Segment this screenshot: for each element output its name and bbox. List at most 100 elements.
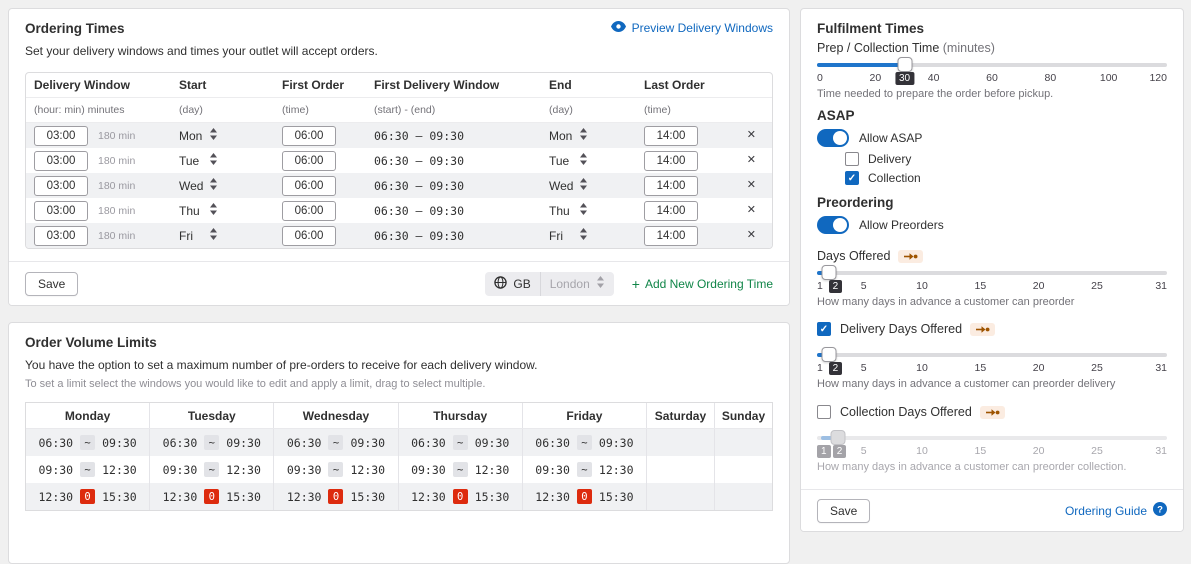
save-button[interactable]: Save [25, 272, 78, 296]
last-order-input[interactable] [644, 226, 698, 246]
start-day-select[interactable]: Thu [179, 203, 218, 218]
delete-row-button[interactable]: ✕ [747, 180, 756, 191]
volume-slot[interactable]: 12:30015:30 [399, 483, 523, 510]
timezone-select[interactable]: GB London [485, 272, 613, 296]
start-day-select[interactable]: Wed [179, 178, 218, 193]
first-order-input[interactable] [282, 226, 336, 246]
subcol-end: (day) [549, 104, 644, 116]
table-subheader-row: (hour: min) minutes (day) (time) (start)… [26, 98, 772, 123]
volume-slot[interactable]: 06:30~09:30 [274, 429, 398, 456]
col-last-order: Last Order [644, 78, 739, 92]
slider-track[interactable] [817, 353, 1167, 357]
day-header: Wednesday [274, 403, 398, 428]
last-order-input[interactable] [644, 151, 698, 171]
ordering-guide-link[interactable]: Ordering Guide ? [1065, 502, 1167, 519]
delete-row-button[interactable]: ✕ [747, 130, 756, 141]
last-order-input[interactable] [644, 201, 698, 221]
volume-slot[interactable]: 09:30~12:30 [274, 456, 398, 483]
volume-slot[interactable]: 12:30015:30 [26, 483, 150, 510]
delivery-days-checkbox[interactable]: ✓ [817, 322, 831, 336]
start-day-select[interactable]: Fri [179, 228, 218, 243]
fulfilment-title: Fulfilment Times [817, 21, 1167, 36]
last-order-input[interactable] [644, 126, 698, 146]
delivery-window-input[interactable] [34, 226, 88, 246]
allow-preorders-toggle[interactable] [817, 216, 849, 234]
volume-slot[interactable]: 09:30~12:30 [26, 456, 150, 483]
asap-section-title: ASAP [817, 108, 1167, 123]
end-day-select[interactable]: Tue [549, 153, 588, 168]
weekly-volume-table: Monday Tuesday Wednesday Thursday Friday… [25, 402, 773, 511]
first-order-input[interactable] [282, 176, 336, 196]
start-day-select[interactable]: Mon [179, 128, 218, 143]
add-ordering-time-button[interactable]: + Add New Ordering Time [632, 277, 773, 291]
delivery-window-input[interactable] [34, 151, 88, 171]
ordering-times-subtitle: Set your delivery windows and times your… [25, 44, 773, 58]
volume-slot[interactable]: 09:30~12:30 [150, 456, 274, 483]
week-slot-row: 06:30~09:30 06:30~09:30 06:30~09:30 06:3… [26, 429, 772, 456]
slider-handle[interactable] [821, 347, 836, 362]
end-day-select[interactable]: Wed [549, 178, 588, 193]
volume-slot[interactable]: 12:30015:30 [274, 483, 398, 510]
col-first-order: First Order [282, 78, 374, 92]
delivery-window-input[interactable] [34, 126, 88, 146]
days-offered-help: How many days in advance a customer can … [817, 296, 1167, 308]
allow-asap-toggle[interactable] [817, 129, 849, 147]
limit-badge: 0 [577, 489, 592, 504]
first-delivery-window-value: 06:30 – 09:30 [374, 204, 549, 218]
last-order-input[interactable] [644, 176, 698, 196]
empty-slot [647, 483, 715, 510]
ordering-times-title: Ordering Times [25, 21, 125, 36]
delivery-days-row: ✓ Delivery Days Offered [817, 322, 1167, 336]
first-order-input[interactable] [282, 126, 336, 146]
end-day-select[interactable]: Thu [549, 203, 588, 218]
ordering-time-row: 180 min Fri 06:30 – 09:30 Fri ✕ [26, 223, 772, 248]
end-day-select[interactable]: Fri [549, 228, 588, 243]
range-start-badge: 1 [817, 445, 831, 458]
first-order-input[interactable] [282, 201, 336, 221]
collection-days-help: How many days in advance a customer can … [817, 461, 1167, 473]
subcol-start: (day) [179, 104, 282, 116]
end-day-select[interactable]: Mon [549, 128, 588, 143]
toggle-knob [833, 218, 847, 232]
volume-slot[interactable]: 09:30~12:30 [523, 456, 647, 483]
no-limit-badge: ~ [80, 435, 95, 450]
first-order-input[interactable] [282, 151, 336, 171]
volume-slot[interactable]: 06:30~09:30 [399, 429, 523, 456]
check-icon: ✓ [848, 173, 856, 184]
collection-days-slider [817, 430, 1167, 445]
delivery-window-input[interactable] [34, 201, 88, 221]
delivery-checkbox[interactable] [845, 152, 859, 166]
preordering-section-title: Preordering [817, 195, 1167, 210]
ordering-time-row: 180 min Thu 06:30 – 09:30 Thu ✕ [26, 198, 772, 223]
start-day-select[interactable]: Tue [179, 153, 218, 168]
delivery-window-input[interactable] [34, 176, 88, 196]
slider-handle[interactable] [821, 265, 836, 280]
collection-checkbox[interactable]: ✓ [845, 171, 859, 185]
collection-days-checkbox[interactable] [817, 405, 831, 419]
volume-slot[interactable]: 06:30~09:30 [150, 429, 274, 456]
preview-delivery-windows-link[interactable]: Preview Delivery Windows [611, 21, 773, 35]
volume-slot[interactable]: 06:30~09:30 [523, 429, 647, 456]
check-icon: ✓ [820, 324, 828, 335]
volume-slot[interactable]: 12:30015:30 [150, 483, 274, 510]
duration-label: 180 min [98, 180, 135, 192]
asap-collection-row: ✓ Collection [845, 171, 1167, 185]
delete-row-button[interactable]: ✕ [747, 205, 756, 216]
volume-slot[interactable]: 09:30~12:30 [399, 456, 523, 483]
delete-row-button[interactable]: ✕ [747, 155, 756, 166]
slider-track[interactable] [817, 271, 1167, 275]
table-header-row: Delivery Window Start First Order First … [26, 73, 772, 98]
delete-row-button[interactable]: ✕ [747, 230, 756, 241]
volume-slot[interactable]: 06:30~09:30 [26, 429, 150, 456]
current-value-badge: 2 [829, 280, 843, 293]
plus-icon: + [632, 277, 640, 291]
empty-slot [647, 429, 715, 456]
no-limit-badge: ~ [328, 462, 343, 477]
chevron-up-down-icon [579, 228, 588, 243]
chevron-up-down-icon [579, 128, 588, 143]
question-icon: ? [1153, 502, 1167, 519]
slider-handle[interactable] [897, 57, 912, 72]
save-button[interactable]: Save [817, 499, 870, 523]
week-header-row: Monday Tuesday Wednesday Thursday Friday… [26, 403, 772, 429]
volume-slot[interactable]: 12:30015:30 [523, 483, 647, 510]
